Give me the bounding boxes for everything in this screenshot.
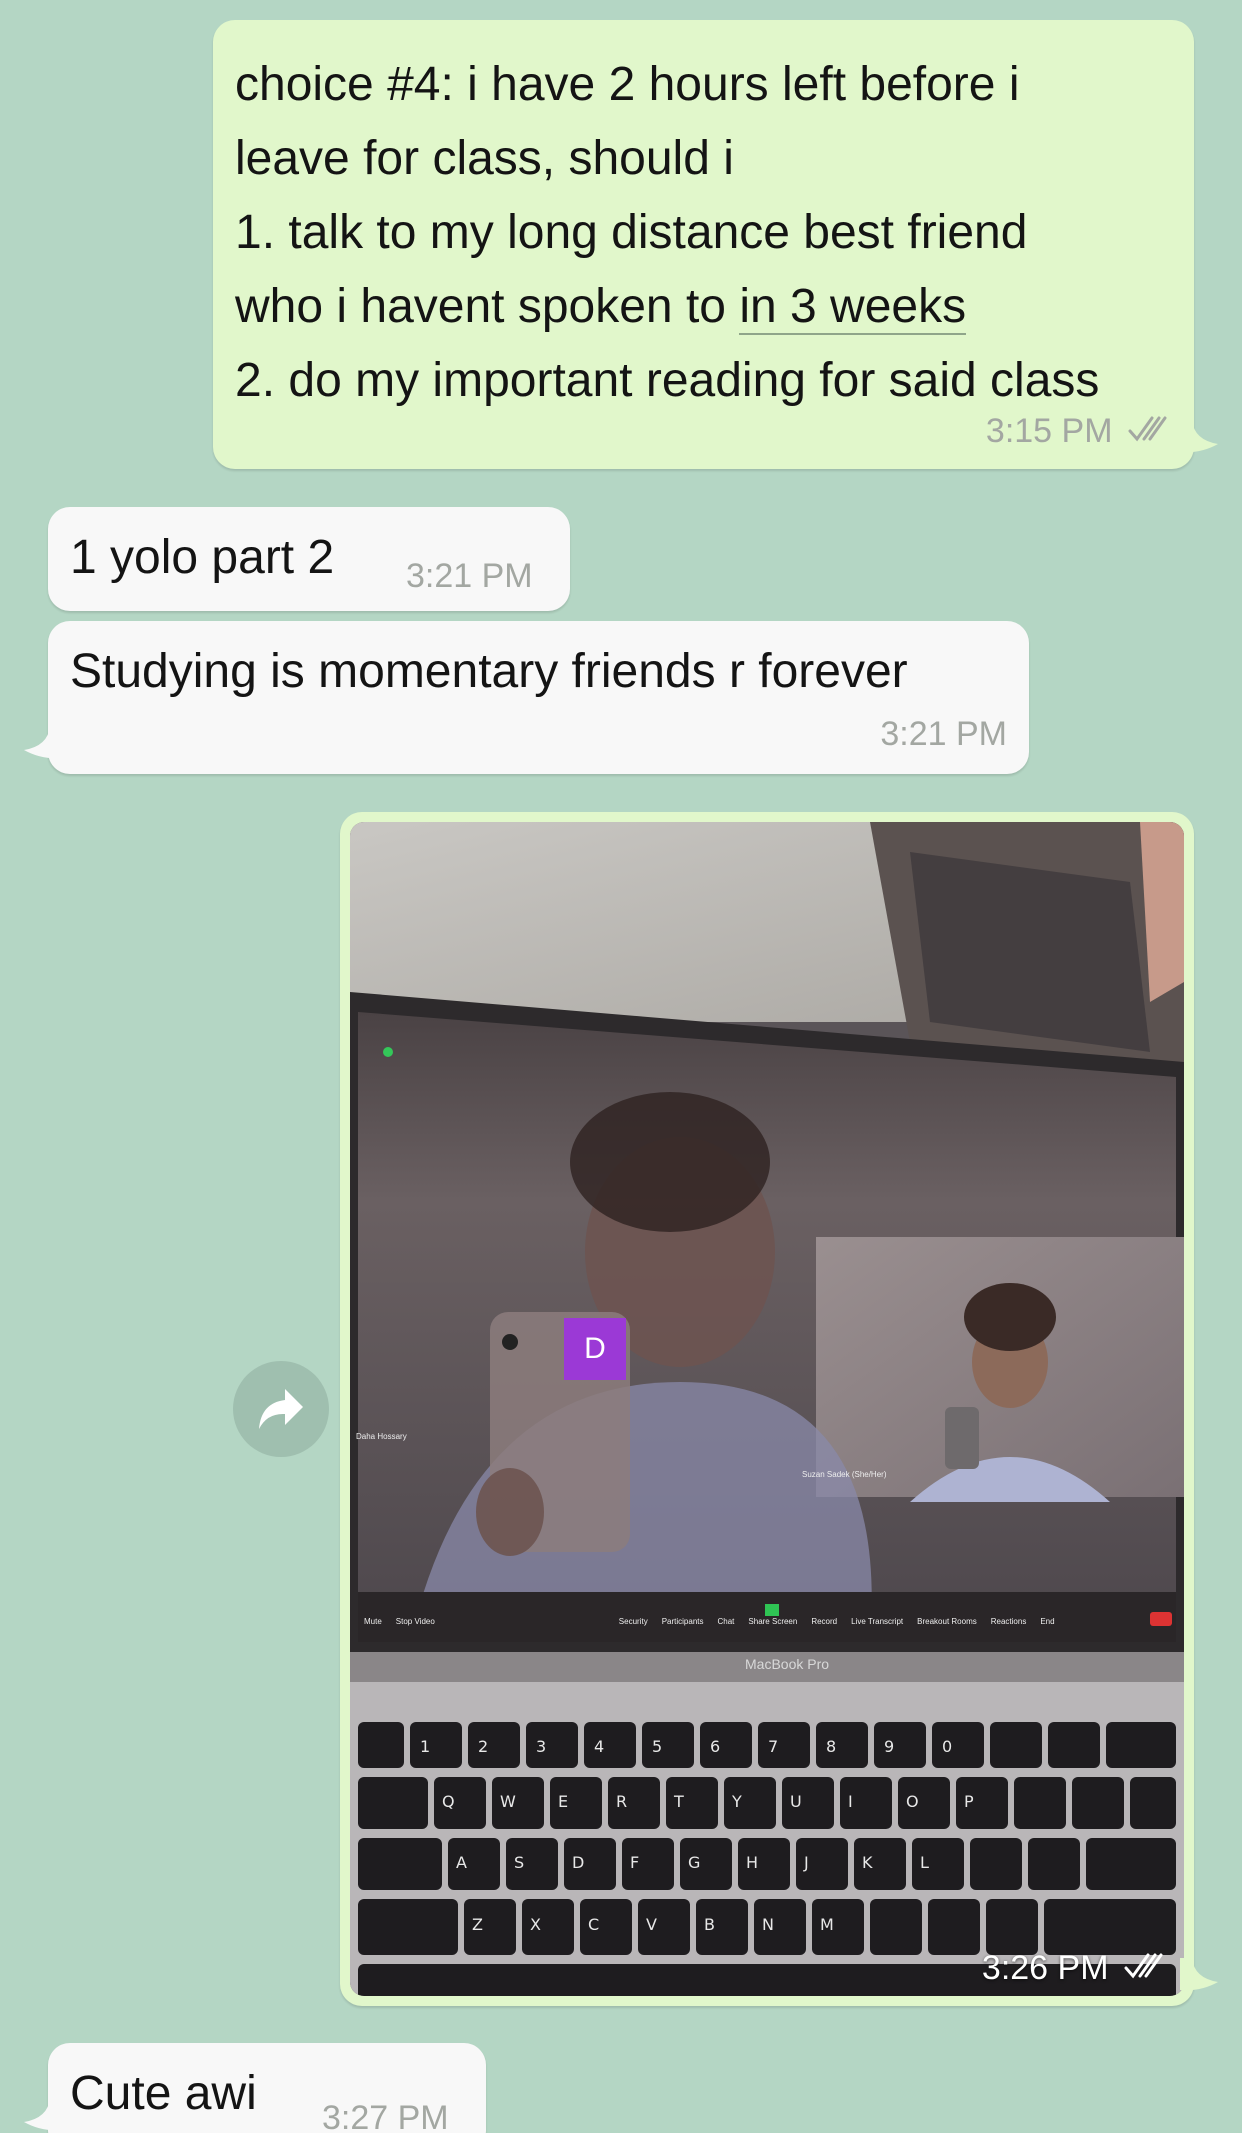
svg-text:Q: Q bbox=[442, 1792, 455, 1811]
svg-text:R: R bbox=[616, 1792, 627, 1811]
message-timestamp: 3:26 PM bbox=[982, 1949, 1170, 1988]
message-bubble-incoming[interactable]: Studying is momentary friends r forever … bbox=[48, 621, 1029, 774]
zoom-toolbar-item: Mute bbox=[364, 1617, 382, 1626]
zoom-toolbar: Mute Stop Video Security Participants Ch… bbox=[358, 1617, 1176, 1626]
photo-scene: 1 2 3 4 5 6 7 8 9 0 Q W E R T Y U I O P A S D F G H J K L Z X C V B N M bbox=[350, 822, 1184, 1996]
zoom-toolbar-item: Security bbox=[618, 1617, 648, 1626]
svg-text:N: N bbox=[762, 1915, 774, 1934]
zoom-toolbar-item: Chat bbox=[717, 1617, 735, 1626]
forward-arrow-icon bbox=[259, 1389, 303, 1429]
message-timestamp: 3:27 PM bbox=[322, 2099, 449, 2133]
svg-text:W: W bbox=[500, 1792, 516, 1811]
svg-text:D: D bbox=[572, 1853, 584, 1872]
svg-text:M: M bbox=[820, 1915, 834, 1934]
zoom-toolbar-item: Breakout Rooms bbox=[917, 1617, 977, 1626]
svg-text:C: C bbox=[588, 1915, 599, 1934]
message-timestamp: 3:21 PM bbox=[406, 557, 533, 595]
zoom-participant-name: Suzan Sadek (She/Her) bbox=[802, 1470, 887, 1479]
svg-text:6: 6 bbox=[710, 1737, 720, 1756]
svg-text:A: A bbox=[456, 1853, 467, 1872]
svg-text:O: O bbox=[906, 1792, 919, 1811]
timestamp-text: 3:15 PM bbox=[985, 412, 1113, 450]
svg-text:V: V bbox=[646, 1915, 657, 1934]
message-bubble-incoming[interactable]: 1 yolo part 2 3:21 PM bbox=[48, 507, 570, 611]
svg-text:8: 8 bbox=[826, 1737, 836, 1756]
svg-text:F: F bbox=[630, 1853, 639, 1872]
bubble-tail bbox=[24, 726, 62, 759]
zoom-toolbar-item: Participants bbox=[661, 1617, 704, 1626]
svg-text:Z: Z bbox=[472, 1915, 483, 1934]
zoom-toolbar-item: Record bbox=[811, 1617, 838, 1626]
zoom-participant-name: Daha Hossary bbox=[356, 1432, 407, 1441]
svg-text:U: U bbox=[790, 1792, 802, 1811]
svg-text:9: 9 bbox=[884, 1737, 894, 1756]
zoom-toolbar-item: Stop Video bbox=[395, 1617, 435, 1626]
message-line: 1. talk to my long distance best friend bbox=[235, 206, 1028, 259]
svg-text:0: 0 bbox=[942, 1737, 952, 1756]
message-text: Studying is momentary friends r forever bbox=[70, 645, 908, 698]
message-bubble-outgoing[interactable]: choice #4: i have 2 hours left before i … bbox=[213, 20, 1194, 469]
svg-text:5: 5 bbox=[652, 1737, 662, 1756]
zoom-toolbar-item: Live Transcript bbox=[851, 1617, 904, 1626]
svg-text:2: 2 bbox=[478, 1737, 488, 1756]
double-check-icon bbox=[1128, 416, 1167, 442]
photo-image[interactable]: 1234567890 QWERTYUIOP ASDFGHJKL ZXCVBNM … bbox=[350, 822, 1184, 1996]
double-check-icon bbox=[1124, 1953, 1163, 1979]
message-timestamp: 3:21 PM bbox=[880, 715, 1007, 753]
laptop-label: MacBook Pro bbox=[745, 1656, 830, 1672]
svg-text:1: 1 bbox=[420, 1737, 430, 1756]
message-text: 1 yolo part 2 bbox=[70, 531, 335, 584]
svg-text:J: J bbox=[803, 1853, 809, 1872]
svg-text:3: 3 bbox=[536, 1737, 546, 1756]
timestamp-text: 3:26 PM bbox=[981, 1949, 1109, 1987]
svg-text:E: E bbox=[558, 1792, 568, 1811]
bubble-tail bbox=[1180, 1958, 1218, 1991]
svg-text:P: P bbox=[964, 1792, 974, 1811]
zoom-toolbar-item: Reactions bbox=[990, 1617, 1027, 1626]
svg-text:Y: Y bbox=[731, 1792, 742, 1811]
message-line: 2. do my important reading for said clas… bbox=[235, 354, 1100, 407]
message-line: choice #4: i have 2 hours left before i bbox=[235, 58, 1020, 111]
svg-text:4: 4 bbox=[594, 1737, 604, 1756]
svg-text:L: L bbox=[920, 1853, 929, 1872]
message-text: Cute awi bbox=[70, 2067, 257, 2120]
zoom-avatar: D bbox=[564, 1318, 626, 1380]
zoom-toolbar-item: Share Screen bbox=[748, 1617, 798, 1626]
date-link[interactable]: in 3 weeks bbox=[739, 280, 967, 335]
svg-text:K: K bbox=[862, 1853, 873, 1872]
svg-text:G: G bbox=[688, 1853, 700, 1872]
svg-text:S: S bbox=[514, 1853, 524, 1872]
bubble-tail bbox=[1180, 420, 1218, 453]
message-line: who i havent spoken to in 3 weeks bbox=[235, 270, 1099, 344]
bubble-tail bbox=[24, 2098, 62, 2131]
message-line-text: who i havent spoken to bbox=[235, 280, 740, 333]
svg-text:I: I bbox=[848, 1792, 853, 1811]
message-line: leave for class, should i bbox=[235, 132, 734, 185]
photo-message[interactable]: 1234567890 QWERTYUIOP ASDFGHJKL ZXCVBNM … bbox=[340, 812, 1194, 2006]
message-bubble-incoming[interactable]: Cute awi 3:27 PM bbox=[48, 2043, 486, 2133]
svg-text:B: B bbox=[704, 1915, 715, 1934]
forward-button[interactable] bbox=[233, 1361, 329, 1457]
zoom-toolbar-item: End bbox=[1040, 1617, 1055, 1626]
message-timestamp: 3:15 PM bbox=[986, 412, 1174, 451]
svg-text:7: 7 bbox=[768, 1737, 778, 1756]
svg-text:H: H bbox=[746, 1853, 758, 1872]
svg-text:T: T bbox=[673, 1792, 684, 1811]
svg-text:X: X bbox=[530, 1915, 541, 1934]
